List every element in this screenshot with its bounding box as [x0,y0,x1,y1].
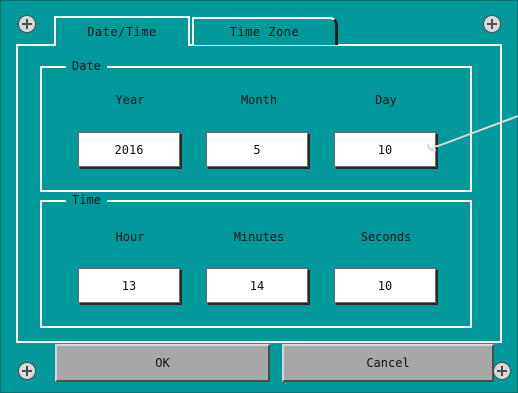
callout-pointer [427,115,518,152]
day-field[interactable]: 10 [334,132,436,167]
cancel-button[interactable]: Cancel [282,344,494,382]
seconds-field[interactable]: 10 [334,268,436,303]
year-label: Year [115,93,145,107]
seconds-label: Seconds [360,230,412,244]
hour-label: Hour [115,230,145,244]
touch-panel-screen: Time Zone Date/Time Date Year Month Day … [0,0,518,393]
active-tab-joint [56,42,188,46]
screw-icon [483,15,501,33]
minutes-field[interactable]: 14 [206,268,308,303]
year-field[interactable]: 2016 [78,132,180,167]
day-label: Day [375,93,397,107]
screw-icon [493,362,511,380]
screw-icon [18,362,36,380]
time-group-title: Time [66,193,107,207]
tab-time-zone-label: Time Zone [229,25,300,39]
hour-field[interactable]: 13 [78,268,180,303]
tab-date-time-label: Date/Time [87,25,157,39]
tab-time-zone[interactable]: Time Zone [192,17,338,45]
screw-icon [18,15,36,33]
date-group-title: Date [66,59,107,73]
date-group: Date [40,59,472,192]
month-field[interactable]: 5 [206,132,308,167]
minutes-label: Minutes [233,230,285,244]
time-group: Time [40,193,472,328]
month-label: Month [240,93,278,107]
cancel-button-label: Cancel [366,356,410,370]
ok-button-label: OK [155,356,170,370]
ok-button[interactable]: OK [55,344,270,382]
